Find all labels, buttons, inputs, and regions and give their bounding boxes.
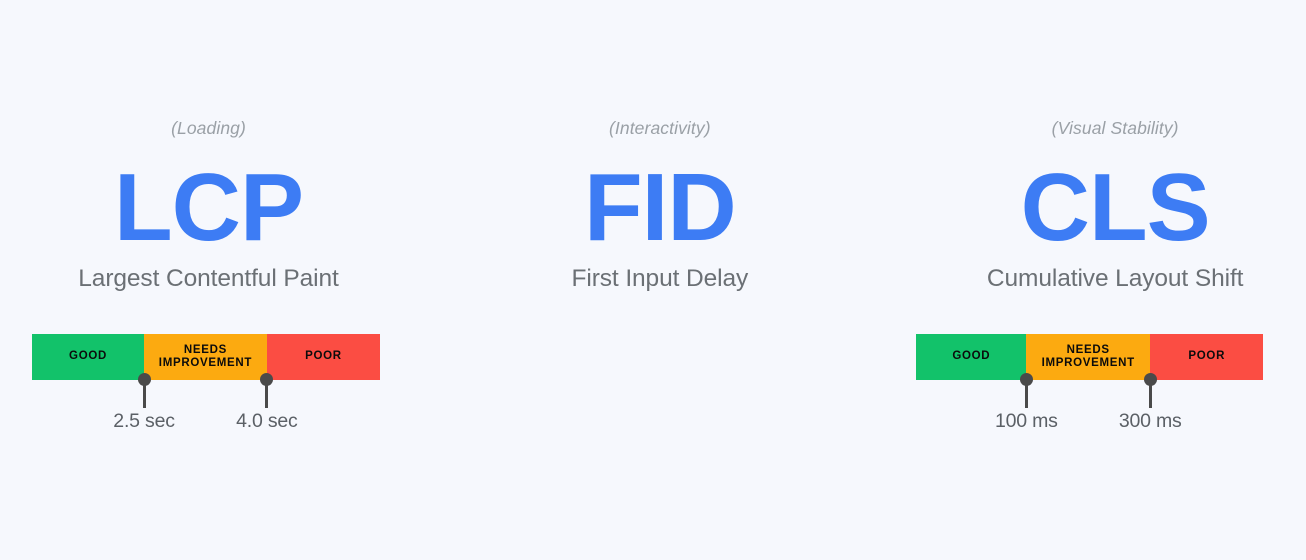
metric-acronym: LCP [114,154,304,261]
metric-column-fid: (Interactivity) FID First Input Delay GO… [435,0,1264,560]
metric-category-label: (Interactivity) [609,118,711,138]
segment-good-label: GOOD [69,350,107,363]
segment-poor: POOR [266,334,380,380]
segment-needs-improvement-label: NEEDS IMPROVEMENT [158,343,253,370]
metric-fullname: Largest Contentful Paint [78,265,339,292]
metric-fullname: Cumulative Layout Shift [986,265,1244,292]
segment-good: GOOD [32,334,145,380]
metric-column-cls: (Visual Stability) CLS Cumulative Layout… [871,0,1306,560]
threshold-bar: GOOD NEEDS IMPROVEMENT POOR [32,334,380,380]
metric-acronym: FID [584,154,737,261]
threshold-dot-icon [137,373,151,386]
metric-acronym: CLS [1020,154,1211,261]
metric-category-label: (Visual Stability) [1051,118,1179,138]
metric-scale: GOOD NEEDS IMPROVEMENT POOR 2.5 sec 4.0 s… [32,334,380,432]
metric-category-label: (Loading) [171,118,246,138]
segment-poor-label: POOR [305,350,342,363]
core-web-vitals-board: (Loading) LCP Largest Contentful Paint G… [0,0,1306,560]
threshold-dot-icon [260,373,274,386]
metric-fullname: First Input Delay [571,265,749,292]
threshold-value-label: 4.0 sec [236,410,298,432]
metric-column-lcp: (Loading) LCP Largest Contentful Paint G… [0,0,435,560]
segment-needs-improvement: NEEDS IMPROVEMENT [144,334,267,380]
